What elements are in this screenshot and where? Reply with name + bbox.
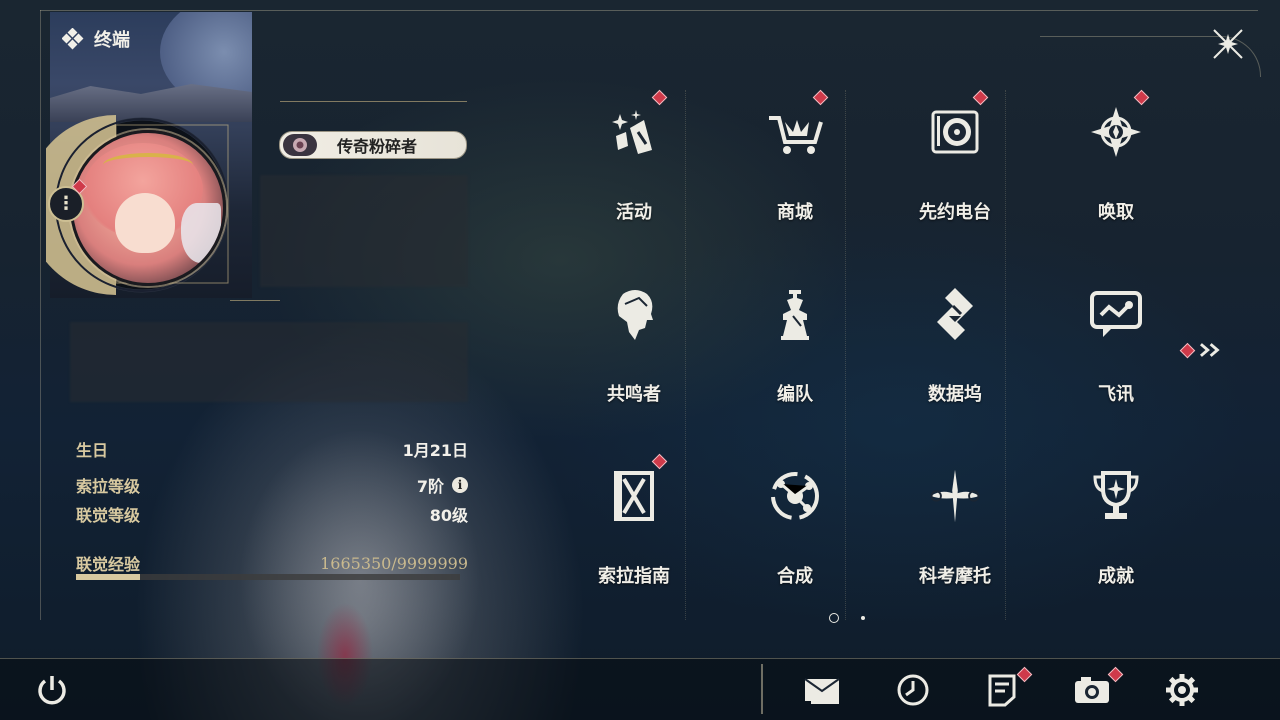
camera-icon[interactable] — [1072, 672, 1112, 708]
terminal-title: 终端 — [62, 26, 130, 52]
menu-label: 成就 — [1098, 566, 1134, 587]
stat-value: 80级 — [429, 506, 468, 525]
player-name-redacted — [260, 175, 468, 287]
settings-gear-icon[interactable] — [1162, 672, 1202, 708]
menu-label: 飞讯 — [1098, 384, 1134, 405]
clock-icon[interactable] — [893, 672, 933, 708]
exp-progress-fill — [76, 574, 140, 580]
title-badge[interactable]: 传奇粉碎者 — [279, 131, 467, 159]
stat-row-sola-level: 索拉等级 7阶 i — [76, 473, 468, 497]
notification-dot — [1179, 342, 1196, 358]
next-page-button[interactable] — [1179, 338, 1222, 362]
menu-label: 唤取 — [1098, 202, 1134, 223]
menu-item-activity[interactable]: 活动 — [564, 88, 704, 238]
radio-icon — [925, 102, 985, 162]
terminal-screen: 终端 ⋮ 传奇粉碎者 生日 1月21日 索拉等级 7阶 i 联觉等级 80级 联… — [0, 0, 1280, 720]
stat-value: 7阶 — [416, 477, 444, 496]
stat-label: 生日 — [76, 441, 109, 460]
page-indicator-active[interactable] — [829, 613, 839, 623]
avatar-wreath — [103, 153, 193, 177]
badge-emblem-icon — [283, 134, 317, 156]
guide-book-icon — [604, 466, 664, 526]
player-signature-redacted — [70, 322, 468, 402]
menu-item-messages[interactable]: 飞讯 — [1046, 270, 1186, 420]
exp-progress-bar — [76, 574, 460, 580]
stat-value-group: 7阶 i — [417, 473, 468, 497]
menu-item-shop[interactable]: 商城 — [725, 88, 865, 238]
menu-label: 科考摩托 — [919, 566, 991, 587]
resonator-head-icon — [604, 284, 664, 344]
menu-label: 数据坞 — [928, 384, 982, 405]
stat-label: 联觉经验 — [76, 555, 141, 574]
menu-label: 活动 — [616, 202, 652, 223]
chess-team-icon — [765, 284, 825, 344]
menu-item-data-bank[interactable]: 数据坞 — [885, 270, 1025, 420]
stat-value: 1月21日 — [402, 441, 468, 460]
chat-message-icon — [1086, 284, 1146, 344]
menu-label: 商城 — [777, 202, 813, 223]
summon-compass-icon — [1086, 102, 1146, 162]
avatar-white-hair — [181, 203, 221, 263]
bottom-divider — [761, 664, 763, 714]
player-avatar[interactable] — [70, 130, 226, 286]
title-badge-text: 传奇粉碎者 — [337, 137, 418, 156]
shop-cart-icon — [765, 102, 825, 162]
decor-line — [280, 101, 467, 102]
stat-value: 1665350/9999999 — [320, 553, 468, 573]
menu-item-sola-guide[interactable]: 索拉指南 — [564, 452, 704, 602]
menu-item-motorcycle[interactable]: 科考摩托 — [885, 452, 1025, 602]
frame-line-left — [40, 10, 41, 620]
motorcycle-icon — [925, 466, 985, 526]
synthesis-icon — [765, 466, 825, 526]
frame-line-top — [40, 10, 1258, 11]
terminal-logo-icon — [62, 28, 84, 50]
menu-label: 索拉指南 — [598, 566, 670, 587]
mail-icon[interactable] — [802, 672, 842, 708]
menu-item-synthesis[interactable]: 合成 — [725, 452, 865, 602]
terminal-title-text: 终端 — [94, 30, 130, 51]
menu-label: 编队 — [777, 384, 813, 405]
menu-label: 共鸣者 — [607, 384, 661, 405]
menu-label: 合成 — [777, 566, 813, 587]
power-icon[interactable] — [32, 672, 72, 708]
menu-item-resonators[interactable]: 共鸣者 — [564, 270, 704, 420]
close-icon[interactable] — [1208, 24, 1248, 64]
menu-item-achievements[interactable]: 成就 — [1046, 452, 1186, 602]
data-bank-icon — [925, 284, 985, 344]
stat-row-birthday: 生日 1月21日 — [76, 437, 468, 461]
page-indicator[interactable] — [861, 616, 865, 620]
info-icon[interactable]: i — [452, 477, 468, 493]
menu-label: 先约电台 — [919, 202, 991, 223]
notes-icon[interactable] — [982, 672, 1022, 708]
double-chevron-right-icon — [1199, 343, 1220, 357]
stat-row-union-exp: 联觉经验 1665350/9999999 — [76, 551, 468, 575]
menu-item-team[interactable]: 编队 — [725, 270, 865, 420]
menu-item-summon[interactable]: 唤取 — [1046, 88, 1186, 238]
trophy-icon — [1086, 466, 1146, 526]
stat-row-union-level: 联觉等级 80级 — [76, 502, 468, 526]
stat-label: 索拉等级 — [76, 477, 141, 496]
activity-icon — [604, 102, 664, 162]
avatar-face — [115, 193, 175, 253]
stat-label: 联觉等级 — [76, 506, 141, 525]
decor-line — [230, 300, 280, 301]
menu-item-radio[interactable]: 先约电台 — [885, 88, 1025, 238]
